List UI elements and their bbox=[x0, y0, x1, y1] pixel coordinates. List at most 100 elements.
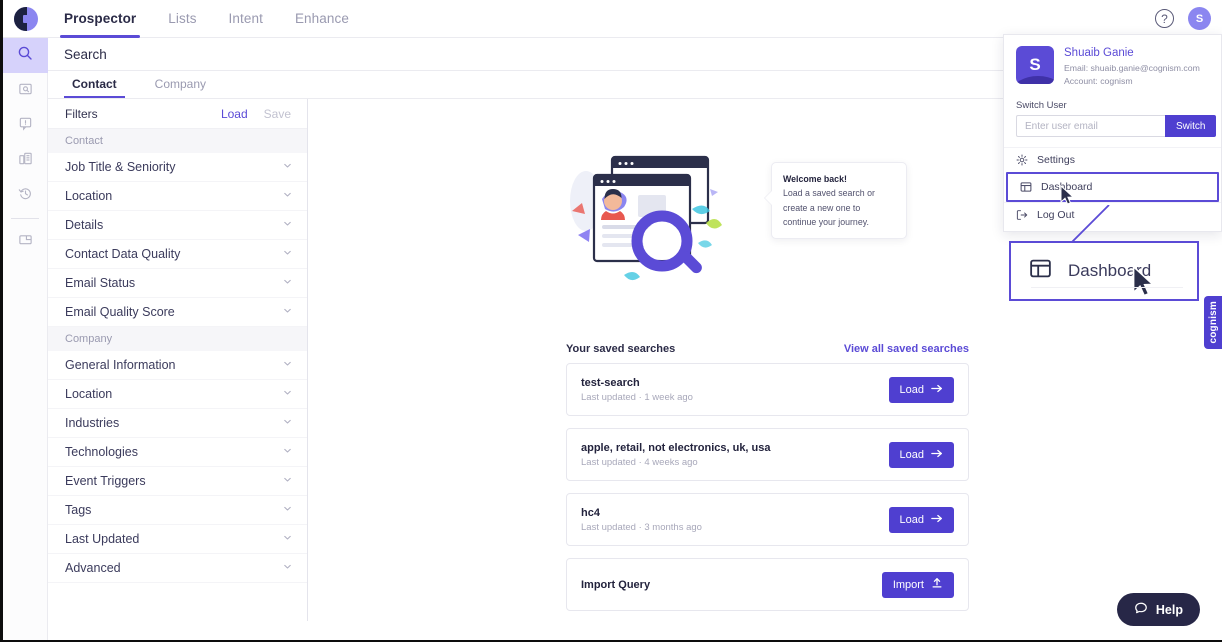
user-avatar-initial: S bbox=[1029, 55, 1041, 74]
rail-item-archive[interactable] bbox=[3, 224, 48, 259]
menu-item-settings[interactable]: Settings bbox=[1004, 147, 1221, 172]
chevron-down-icon bbox=[282, 561, 293, 575]
load-button[interactable]: Load bbox=[888, 506, 954, 533]
menu-item-dashboard[interactable]: Dashboard bbox=[1006, 172, 1219, 205]
menu-item-dashboard-label: Dashboard bbox=[1041, 181, 1093, 194]
filter-email-quality-score[interactable]: Email Quality Score bbox=[48, 298, 307, 327]
dashboard-layout-icon bbox=[1029, 257, 1052, 285]
archive-box-icon bbox=[18, 232, 33, 252]
search-header-label: Search bbox=[64, 46, 107, 62]
filters-title: Filters bbox=[65, 106, 98, 121]
chevron-down-icon bbox=[282, 532, 293, 546]
building-icon bbox=[18, 151, 33, 171]
switch-user-button[interactable]: Switch bbox=[1165, 115, 1217, 138]
switch-user-email-input[interactable] bbox=[1016, 115, 1165, 138]
import-query-card[interactable]: Import Query Import bbox=[566, 558, 969, 611]
chevron-down-icon bbox=[282, 189, 293, 203]
menu-item-logout[interactable]: Log Out bbox=[1004, 202, 1221, 227]
rail-item-companies[interactable] bbox=[3, 143, 48, 178]
user-summary: S Shuaib Ganie Email: shuaib.ganie@cogni… bbox=[1004, 35, 1221, 96]
import-button[interactable]: Import bbox=[881, 571, 954, 598]
chevron-down-icon bbox=[282, 218, 293, 232]
chevron-down-icon bbox=[282, 305, 293, 319]
rail-item-saved-searches[interactable] bbox=[3, 73, 48, 108]
tab-prospector[interactable]: Prospector bbox=[48, 0, 152, 38]
filter-details[interactable]: Details bbox=[48, 211, 307, 240]
tab-enhance[interactable]: Enhance bbox=[279, 0, 365, 38]
saved-search-name: hc4 bbox=[581, 506, 600, 519]
chevron-down-icon bbox=[282, 160, 293, 174]
filters-header: Filters Load Save bbox=[48, 99, 307, 129]
filter-label: Email Status bbox=[65, 276, 136, 290]
help-button[interactable]: Help bbox=[1116, 593, 1200, 626]
load-button[interactable]: Load bbox=[888, 441, 954, 468]
filters-panel: Filters Load Save Contact Job Title & Se… bbox=[48, 99, 308, 621]
menu-item-logout-label: Log Out bbox=[1037, 209, 1075, 222]
top-navigation-bar: Prospector Lists Intent Enhance ? S bbox=[3, 0, 1222, 38]
view-all-saved-searches-link[interactable]: View all saved searches bbox=[844, 343, 969, 355]
filter-contact-data-quality[interactable]: Contact Data Quality bbox=[48, 240, 307, 269]
filter-advanced[interactable]: Advanced bbox=[48, 554, 307, 583]
tab-contact[interactable]: Contact bbox=[64, 70, 125, 98]
dashboard-callout-label: Dashboard bbox=[1068, 261, 1152, 280]
filter-label: Location bbox=[65, 387, 113, 401]
rail-divider bbox=[11, 218, 39, 219]
filter-label: Details bbox=[65, 218, 104, 232]
filter-event-triggers[interactable]: Event Triggers bbox=[48, 467, 307, 496]
saved-search-card[interactable]: apple, retail, not electronics, uk, usa … bbox=[566, 428, 969, 481]
question-mark-icon[interactable]: ? bbox=[1155, 9, 1174, 28]
tab-enhance-label: Enhance bbox=[294, 11, 349, 26]
filter-contact-location[interactable]: Location bbox=[48, 182, 307, 211]
cognism-side-tab-label: cognism bbox=[1207, 301, 1219, 344]
filter-label: Location bbox=[65, 189, 113, 203]
filter-tags[interactable]: Tags bbox=[48, 496, 307, 525]
filter-label: Advanced bbox=[65, 561, 121, 575]
filter-company-location[interactable]: Location bbox=[48, 380, 307, 409]
icon-rail bbox=[3, 38, 48, 640]
menu-item-settings-label: Settings bbox=[1037, 154, 1075, 167]
cognism-logo-icon bbox=[13, 6, 38, 31]
rail-item-history[interactable] bbox=[3, 178, 48, 213]
saved-search-meta: Last updated · 3 months ago bbox=[581, 521, 702, 533]
load-button[interactable]: Load bbox=[888, 376, 954, 403]
filter-email-status[interactable]: Email Status bbox=[48, 269, 307, 298]
filter-technologies[interactable]: Technologies bbox=[48, 438, 307, 467]
saved-searches-title: Your saved searches bbox=[566, 343, 676, 355]
filter-general-information[interactable]: General Information bbox=[48, 351, 307, 380]
filter-job-title-seniority[interactable]: Job Title & Seniority bbox=[48, 153, 307, 182]
welcome-tooltip: Welcome back! Load a saved search or cre… bbox=[764, 162, 907, 239]
chat-bubble-icon bbox=[1134, 601, 1148, 618]
rail-item-alerts[interactable] bbox=[3, 108, 48, 143]
tab-intent[interactable]: Intent bbox=[213, 0, 279, 38]
saved-search-card[interactable]: test-search Last updated · 1 week ago Lo… bbox=[566, 363, 969, 416]
chevron-down-icon bbox=[282, 276, 293, 290]
chevron-down-icon bbox=[282, 503, 293, 517]
alert-bubble-icon bbox=[18, 116, 33, 136]
avatar[interactable]: S bbox=[1188, 7, 1211, 30]
save-filters-link[interactable]: Save bbox=[264, 107, 291, 121]
tab-company[interactable]: Company bbox=[147, 70, 214, 98]
chevron-down-icon bbox=[282, 358, 293, 372]
switch-user-row: Switch bbox=[1004, 115, 1221, 147]
dashboard-zoom-callout: Dashboard bbox=[1009, 241, 1199, 301]
saved-search-meta: Last updated · 4 weeks ago bbox=[581, 456, 698, 468]
welcome-tooltip-title: Welcome back! bbox=[783, 174, 847, 184]
saved-search-card[interactable]: hc4 Last updated · 3 months ago Load bbox=[566, 493, 969, 546]
load-filters-link[interactable]: Load bbox=[221, 107, 248, 121]
import-button-label: Import bbox=[892, 578, 924, 591]
magnifier-icon bbox=[17, 45, 33, 66]
app-logo[interactable] bbox=[3, 6, 48, 31]
user-email: Email: shuaib.ganie@cognism.com bbox=[1064, 63, 1200, 73]
topbar-actions: ? S bbox=[1155, 7, 1222, 30]
filter-industries[interactable]: Industries bbox=[48, 409, 307, 438]
primary-tabs: Prospector Lists Intent Enhance bbox=[48, 0, 365, 38]
folder-search-icon bbox=[18, 81, 33, 101]
rail-item-search[interactable] bbox=[3, 38, 48, 73]
tab-lists[interactable]: Lists bbox=[152, 0, 212, 38]
cognism-side-tab[interactable]: cognism bbox=[1204, 296, 1222, 349]
filter-last-updated[interactable]: Last Updated bbox=[48, 525, 307, 554]
chevron-down-icon bbox=[282, 445, 293, 459]
filter-label: Contact Data Quality bbox=[65, 247, 181, 261]
saved-search-name: test-search bbox=[581, 376, 640, 389]
user-name: Shuaib Ganie bbox=[1064, 47, 1134, 59]
